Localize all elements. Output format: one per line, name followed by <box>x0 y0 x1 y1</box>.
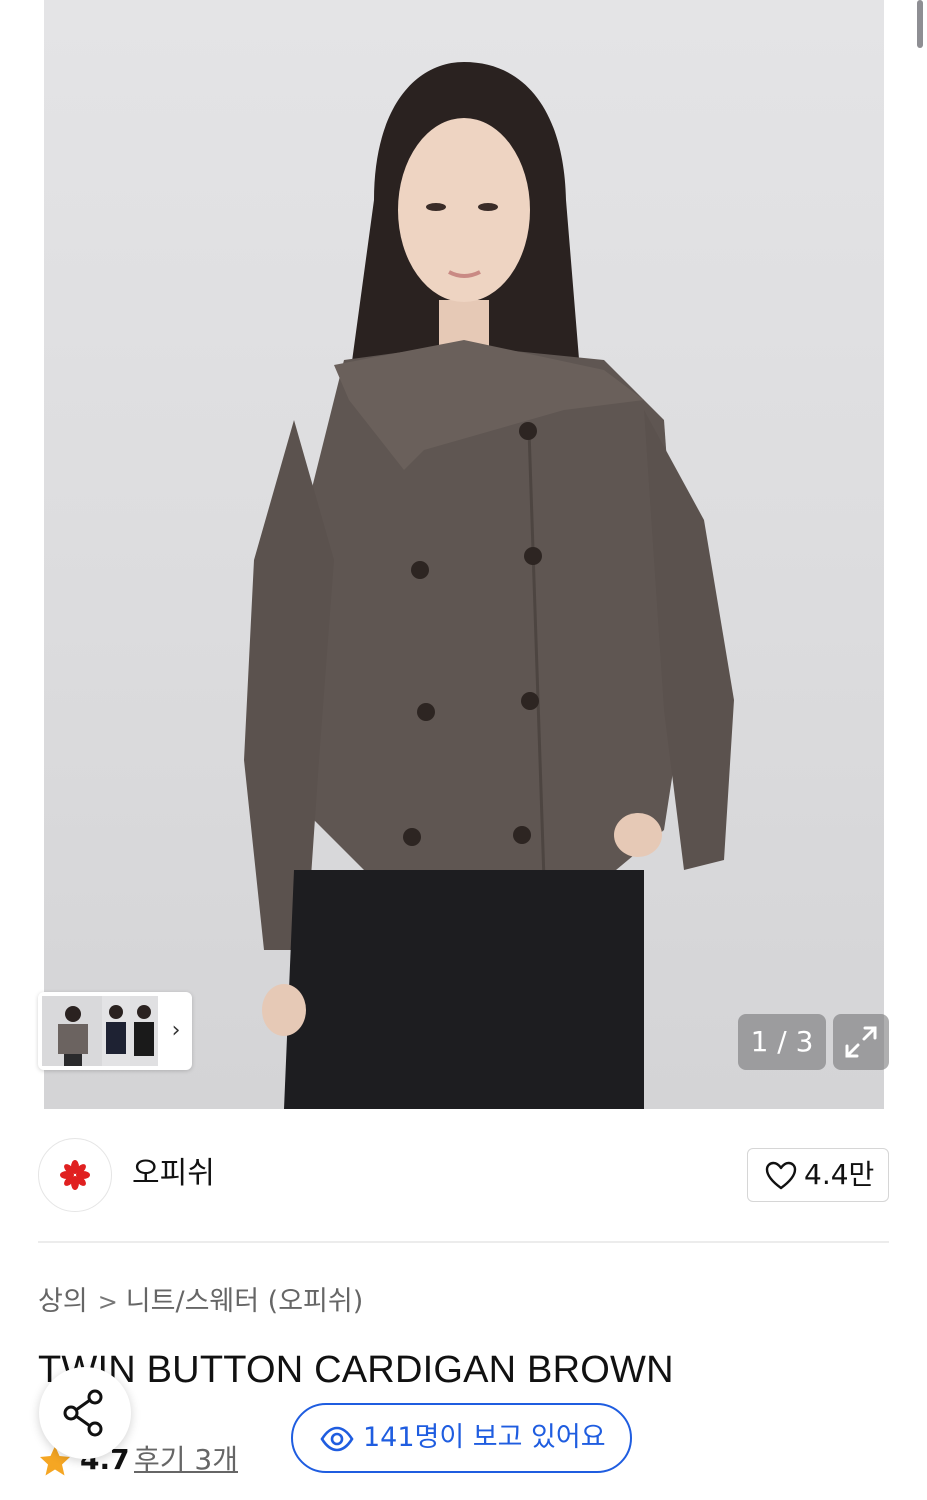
thumbnail-strip[interactable]: › <box>38 992 192 1070</box>
viewers-badge: 141명이 보고 있어요 <box>291 1403 632 1473</box>
viewers-text: 141명이 보고 있어요 <box>363 1422 606 1453</box>
eye-icon <box>320 1426 354 1452</box>
divider <box>38 1241 889 1243</box>
thumbnail-images[interactable] <box>42 996 162 1066</box>
expand-icon <box>845 1026 877 1058</box>
review-link[interactable]: 후기 3개 <box>134 1440 238 1480</box>
expand-button[interactable] <box>833 1014 889 1070</box>
like-count: 4.4만 <box>804 1158 875 1191</box>
product-gallery[interactable]: › 1 / 3 <box>0 0 927 1109</box>
chevron-right-icon[interactable]: › <box>166 1018 186 1044</box>
image-counter: 1 / 3 <box>738 1014 826 1070</box>
model-illustration <box>244 62 734 1109</box>
share-icon <box>63 1389 103 1437</box>
brand-logo-icon <box>60 1160 90 1190</box>
breadcrumb: 상의 > 니트/스웨터 (오피쉬) <box>38 1282 363 1322</box>
like-button[interactable]: 4.4만 <box>747 1148 889 1202</box>
page-scrollbar[interactable] <box>917 0 923 48</box>
share-button[interactable] <box>39 1367 131 1459</box>
heart-icon <box>765 1161 797 1190</box>
brand-name[interactable]: 오피쉬 <box>132 1154 215 1194</box>
breadcrumb-category[interactable]: 상의 <box>38 1286 88 1317</box>
breadcrumb-subcategory[interactable]: 니트/스웨터 (오피쉬) <box>126 1286 363 1317</box>
brand-row: 오피쉬 4.4만 <box>38 1138 889 1212</box>
chevron-right-icon: > <box>97 1288 118 1316</box>
brand-logo[interactable] <box>38 1138 112 1212</box>
product-photo[interactable] <box>44 0 884 1109</box>
product-title: TWIN BUTTON CARDIGAN BROWN <box>38 1349 674 1391</box>
